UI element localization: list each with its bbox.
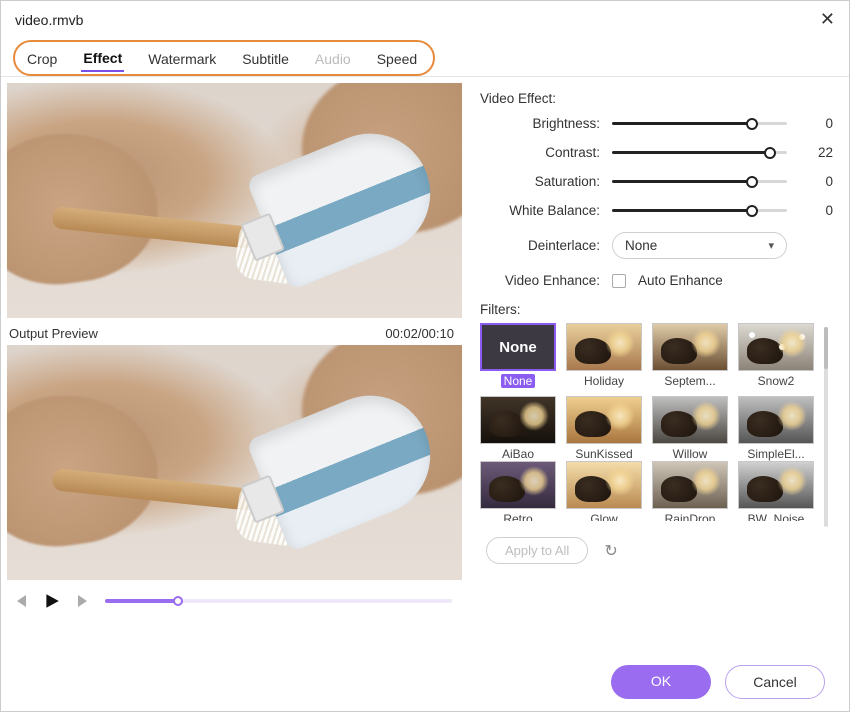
tab-effect[interactable]: Effect bbox=[81, 44, 124, 72]
window-title: video.rmvb bbox=[15, 12, 83, 28]
main-area: Output Preview 00:02/00:10 Video Effect:… bbox=[1, 77, 849, 622]
filter-raindrop[interactable]: RainDrop bbox=[652, 461, 728, 521]
filters-grid: None None Holiday Septem... Snow2 bbox=[480, 323, 814, 461]
contrast-value: 22 bbox=[799, 145, 833, 160]
filter-glow[interactable]: Glow bbox=[566, 461, 642, 521]
next-frame-icon[interactable] bbox=[73, 590, 95, 612]
apply-to-all-button[interactable]: Apply to All bbox=[486, 537, 588, 564]
cancel-button[interactable]: Cancel bbox=[725, 665, 825, 699]
contrast-label: Contrast: bbox=[480, 145, 600, 160]
brightness-value: 0 bbox=[799, 116, 833, 131]
contrast-row: Contrast: 22 bbox=[480, 145, 833, 160]
brightness-label: Brightness: bbox=[480, 116, 600, 131]
deinterlace-select[interactable]: None ▾ bbox=[612, 232, 787, 259]
tab-bar: Crop Effect Watermark Subtitle Audio Spe… bbox=[1, 36, 849, 77]
preview-pane: Output Preview 00:02/00:10 bbox=[1, 77, 466, 622]
filter-none-thumb: None bbox=[480, 323, 556, 371]
white-balance-value: 0 bbox=[799, 203, 833, 218]
tab-speed[interactable]: Speed bbox=[375, 45, 419, 71]
filter-none[interactable]: None None bbox=[480, 323, 556, 388]
apply-row: Apply to All ↻ bbox=[480, 527, 833, 564]
filter-simpleel[interactable]: SimpleEl... bbox=[738, 396, 814, 461]
white-balance-row: White Balance: 0 bbox=[480, 203, 833, 218]
video-enhance-label: Video Enhance: bbox=[480, 273, 600, 288]
filter-none-label: None bbox=[501, 374, 536, 388]
auto-enhance-label: Auto Enhance bbox=[638, 273, 723, 288]
footer-buttons: OK Cancel bbox=[611, 665, 825, 699]
play-icon[interactable] bbox=[41, 590, 63, 612]
filters-scrollbar[interactable] bbox=[824, 327, 828, 527]
timecode: 00:02/00:10 bbox=[385, 326, 454, 341]
filters-title: Filters: bbox=[480, 302, 833, 317]
tab-highlight-ring: Crop Effect Watermark Subtitle Audio Spe… bbox=[13, 40, 435, 76]
filter-sunkissed[interactable]: SunKissed bbox=[566, 396, 642, 461]
output-preview bbox=[7, 345, 462, 580]
saturation-row: Saturation: 0 bbox=[480, 174, 833, 189]
filters-grid-row3: Retro Glow RainDrop BW_Noise bbox=[480, 461, 814, 521]
filter-retro[interactable]: Retro bbox=[480, 461, 556, 521]
preview-separator: Output Preview 00:02/00:10 bbox=[7, 322, 462, 345]
brightness-slider[interactable] bbox=[612, 122, 787, 125]
close-icon[interactable]: ✕ bbox=[820, 9, 835, 30]
saturation-label: Saturation: bbox=[480, 174, 600, 189]
filter-bwnoise[interactable]: BW_Noise bbox=[738, 461, 814, 521]
filter-snow2[interactable]: Snow2 bbox=[738, 323, 814, 388]
tab-audio: Audio bbox=[313, 45, 353, 71]
tab-watermark[interactable]: Watermark bbox=[146, 45, 218, 71]
white-balance-slider[interactable] bbox=[612, 209, 787, 212]
tab-subtitle[interactable]: Subtitle bbox=[240, 45, 291, 71]
contrast-slider[interactable] bbox=[612, 151, 787, 154]
filters-area: None None Holiday Septem... Snow2 bbox=[480, 323, 833, 527]
ok-button[interactable]: OK bbox=[611, 665, 711, 699]
tab-crop[interactable]: Crop bbox=[25, 45, 59, 71]
filter-aibao[interactable]: AiBao bbox=[480, 396, 556, 461]
deinterlace-row: Deinterlace: None ▾ bbox=[480, 232, 833, 259]
saturation-value: 0 bbox=[799, 174, 833, 189]
video-enhance-row: Video Enhance: Auto Enhance bbox=[480, 273, 833, 288]
filter-willow[interactable]: Willow bbox=[652, 396, 728, 461]
saturation-slider[interactable] bbox=[612, 180, 787, 183]
reset-icon[interactable]: ↻ bbox=[604, 541, 617, 561]
effects-panel: Video Effect: Brightness: 0 Contrast: 22… bbox=[466, 77, 849, 622]
deinterlace-label: Deinterlace: bbox=[480, 238, 600, 253]
chevron-down-icon: ▾ bbox=[768, 239, 774, 252]
input-preview bbox=[7, 83, 462, 318]
white-balance-label: White Balance: bbox=[480, 203, 600, 218]
video-effect-title: Video Effect: bbox=[480, 91, 833, 106]
filter-september[interactable]: Septem... bbox=[652, 323, 728, 388]
seek-bar[interactable] bbox=[105, 599, 452, 603]
output-preview-label: Output Preview bbox=[9, 326, 98, 341]
filter-holiday[interactable]: Holiday bbox=[566, 323, 642, 388]
prev-frame-icon[interactable] bbox=[9, 590, 31, 612]
title-bar: video.rmvb ✕ bbox=[1, 1, 849, 36]
auto-enhance-checkbox[interactable] bbox=[612, 274, 626, 288]
brightness-row: Brightness: 0 bbox=[480, 116, 833, 131]
playback-controls bbox=[7, 584, 462, 618]
deinterlace-selected: None bbox=[625, 238, 657, 253]
